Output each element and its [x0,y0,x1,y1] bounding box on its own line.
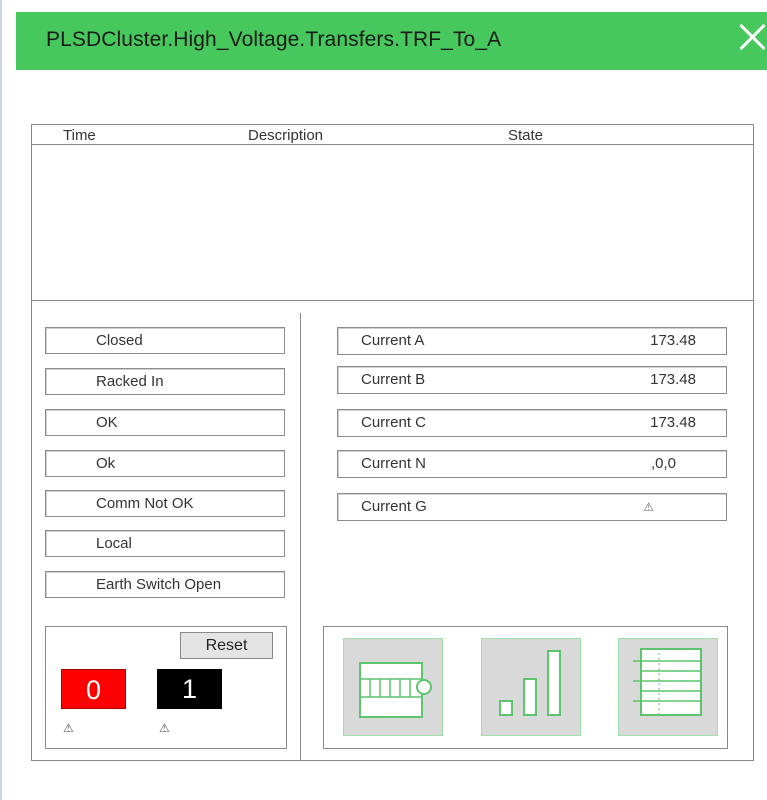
current-b-field: Current B 173.48 [337,366,727,394]
close-icon[interactable] [737,22,767,54]
trip-status: Ok [45,450,285,477]
close-warning-icon: ⚠ [159,721,170,735]
breaker-control-panel: Reset 0 1 ⚠ ⚠ [45,626,287,749]
current-c-value: 173.48 [650,414,696,431]
comm-status: Comm Not OK [45,490,285,517]
current-n-label: Current N [361,455,427,472]
main-panel: Time Description State Closed Racked In … [31,124,754,761]
breaker-position-status: Closed [45,327,285,354]
open-warning-icon: ⚠ [63,721,74,735]
control-mode-status: Local [45,530,285,557]
health-status: OK [45,409,285,436]
close-state-indicator[interactable]: 1 [157,669,222,709]
event-list-icon[interactable] [618,638,718,736]
current-a-label: Current A [361,332,425,349]
current-n-field: Current N ,0,0 [337,450,727,478]
current-g-warning-icon: ⚠ [643,500,654,514]
alarm-table-body[interactable] [32,146,753,300]
window-title: PLSDCluster.High_Voltage.Transfers.TRF_T… [46,28,502,51]
column-header-state[interactable]: State [508,127,543,144]
rack-status: Racked In [45,368,285,395]
current-g-field: Current G ⚠ [337,493,727,521]
navigation-icons-panel [323,626,728,749]
current-b-value: 173.48 [650,371,696,388]
current-c-label: Current C [361,414,427,431]
popup-window: PLSDCluster.High_Voltage.Transfers.TRF_T… [0,0,767,800]
current-a-value: 173.48 [650,332,696,349]
current-g-label: Current G [361,498,427,515]
column-header-description[interactable]: Description [248,127,323,144]
current-c-field: Current C 173.48 [337,409,727,437]
current-b-label: Current B [361,371,426,388]
trend-chart-icon[interactable] [481,638,581,736]
earth-switch-status: Earth Switch Open [45,571,285,598]
current-n-value: ,0,0 [650,455,676,472]
column-divider [300,313,301,761]
section-divider [32,300,753,301]
reset-button[interactable]: Reset [180,632,273,659]
open-state-indicator[interactable]: 0 [61,669,126,709]
alarm-table-header: Time Description State [32,125,753,145]
title-bar: PLSDCluster.High_Voltage.Transfers.TRF_T… [16,12,767,70]
current-a-field: Current A 173.48 [337,327,727,355]
column-header-time[interactable]: Time [63,127,96,144]
breaker-view-icon[interactable] [343,638,443,736]
